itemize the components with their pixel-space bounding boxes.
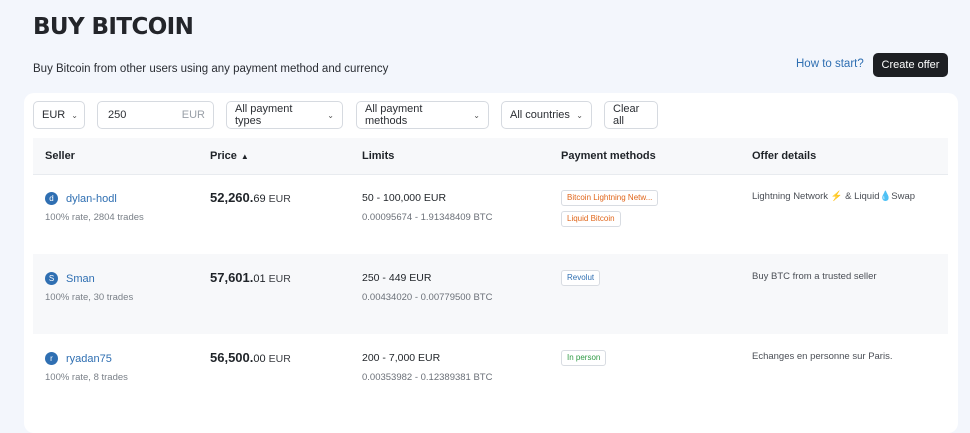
seller-name-link[interactable]: Sman — [66, 273, 95, 285]
chevron-down-icon: ⌄ — [473, 110, 480, 120]
page-subtitle: Buy Bitcoin from other users using any p… — [33, 63, 389, 75]
limit-fiat: 50 - 100,000 EUR — [362, 192, 447, 204]
price-currency: EUR — [268, 273, 291, 285]
seller-name-link[interactable]: ryadan75 — [66, 353, 112, 365]
avatar: r — [45, 352, 58, 365]
offer-details-text: Lightning Network ⚡ & Liquid💧Swap — [752, 191, 916, 202]
column-header-offer-details[interactable]: Offer details — [752, 150, 816, 162]
limit-fiat: 250 - 449 EUR — [362, 272, 432, 284]
limit-btc: 0.00095674 - 1.91348409 BTC — [362, 212, 493, 223]
price-main: 52,260. — [210, 190, 254, 205]
amount-unit-label: EUR — [181, 109, 205, 121]
chevron-down-icon: ⌄ — [327, 110, 334, 120]
price-cents: 00 — [253, 353, 266, 365]
currency-select-value: EUR — [42, 109, 66, 121]
seller-stats: 100% rate, 2804 trades — [45, 212, 144, 223]
price-value: 56,500.00 EUR — [210, 350, 291, 365]
price-value: 52,260.69 EUR — [210, 190, 291, 205]
seller-cell[interactable]: d dylan-hodl — [45, 192, 117, 205]
column-header-price-label: Price — [210, 150, 237, 162]
price-main: 56,500. — [210, 350, 254, 365]
price-currency: EUR — [268, 193, 291, 205]
payment-methods-select[interactable]: All payment methods ⌄ — [356, 101, 489, 129]
payment-methods-value: All payment methods — [365, 103, 423, 127]
payment-method-badge: Bitcoin Lightning Netw... — [561, 190, 659, 206]
offer-details-text: Echanges en personne sur Paris. — [752, 351, 893, 362]
column-header-seller[interactable]: Seller — [45, 150, 75, 162]
payment-method-badge: Liquid Bitcoin — [561, 211, 621, 227]
payment-types-value: All payment types — [235, 103, 293, 127]
sort-asc-icon: ▲ — [240, 152, 249, 161]
countries-value: All countries — [510, 109, 570, 121]
seller-cell[interactable]: S Sman — [45, 272, 95, 285]
page-title: BUY BITCOIN — [33, 14, 194, 40]
seller-name-link[interactable]: dylan-hodl — [66, 193, 117, 205]
clear-all-label: Clear all — [613, 103, 640, 127]
seller-stats: 100% rate, 30 trades — [45, 292, 134, 303]
amount-input-value: 250 — [108, 109, 127, 121]
avatar: S — [45, 272, 58, 285]
payment-method-badge: In person — [561, 350, 607, 366]
column-header-payment-methods[interactable]: Payment methods — [561, 150, 656, 162]
payment-types-select[interactable]: All payment types ⌄ — [226, 101, 343, 129]
limit-fiat: 200 - 7,000 EUR — [362, 352, 441, 364]
limit-btc: 0.00434020 - 0.00779500 BTC — [362, 292, 493, 303]
price-currency: EUR — [268, 353, 291, 365]
table-row[interactable]: S Sman 100% rate, 30 trades 57,601.01 EUR… — [33, 254, 948, 334]
seller-stats: 100% rate, 8 trades — [45, 372, 128, 383]
price-cents: 69 — [253, 193, 266, 205]
currency-select[interactable]: EUR ⌄ — [33, 101, 85, 129]
clear-all-button[interactable]: Clear all — [604, 101, 658, 129]
how-to-start-link[interactable]: How to start? — [796, 58, 864, 70]
table-row[interactable]: d dylan-hodl 100% rate, 2804 trades 52,2… — [33, 174, 948, 254]
table-row[interactable]: r ryadan75 100% rate, 8 trades 56,500.00… — [33, 334, 948, 413]
column-header-limits[interactable]: Limits — [362, 150, 394, 162]
chevron-down-icon: ⌄ — [576, 110, 583, 120]
payment-method-badge: Revolut — [561, 270, 601, 286]
price-value: 57,601.01 EUR — [210, 270, 291, 285]
chevron-down-icon: ⌄ — [71, 110, 78, 120]
offer-details-text: Buy BTC from a trusted seller — [752, 271, 877, 282]
limit-btc: 0.00353982 - 0.12389381 BTC — [362, 372, 493, 383]
price-cents: 01 — [253, 273, 266, 285]
create-offer-button[interactable]: Create offer — [873, 53, 948, 77]
seller-cell[interactable]: r ryadan75 — [45, 352, 112, 365]
column-header-price[interactable]: Price ▲ — [210, 150, 249, 162]
amount-input[interactable]: 250 EUR — [97, 101, 214, 129]
price-main: 57,601. — [210, 270, 254, 285]
countries-select[interactable]: All countries ⌄ — [501, 101, 592, 129]
avatar: d — [45, 192, 58, 205]
